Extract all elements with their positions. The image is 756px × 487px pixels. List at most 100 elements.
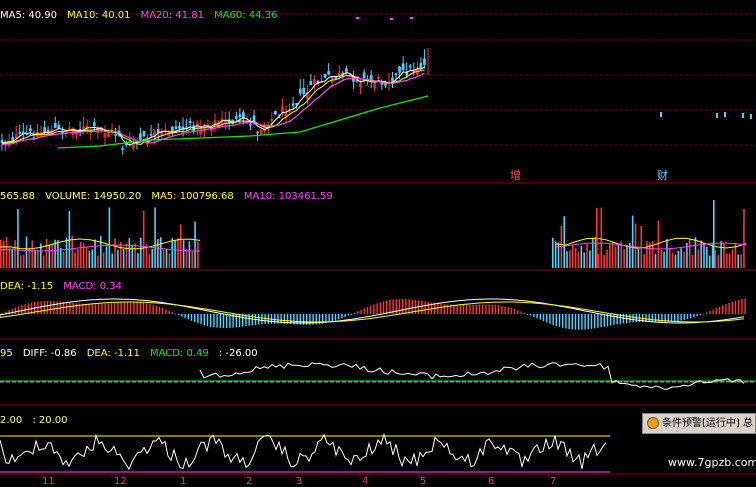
volume-bar [174, 240, 176, 268]
macd-histogram-bar [139, 302, 141, 314]
volume-bar [563, 216, 566, 268]
macd-histogram-bar [91, 304, 93, 314]
macd-histogram-bar [686, 314, 689, 320]
volume-bar [128, 238, 131, 268]
macd-histogram-bar [584, 314, 586, 330]
macd-histogram-bar [616, 314, 618, 325]
volume-bar [42, 255, 45, 268]
right-candle [724, 112, 726, 117]
candle-body [156, 128, 160, 133]
macd-label: MACD: 0.34 [63, 281, 122, 292]
candle-body [380, 83, 384, 85]
macd2-prefix: 95 [0, 348, 13, 359]
macd-histogram-bar [155, 305, 157, 314]
volume-bar [586, 244, 588, 268]
volume-bar [111, 253, 114, 268]
volume-bar [188, 241, 191, 268]
volume-bar [142, 211, 145, 268]
macd-histogram-bar [152, 304, 154, 314]
osc-right-label: : 20.00 [32, 415, 68, 426]
macd-histogram-bar [600, 314, 602, 328]
x-tick-12: 12 [114, 476, 127, 487]
volume-bar [614, 246, 617, 268]
volume-bar [0, 240, 2, 268]
volume-bar [48, 244, 51, 268]
osc-line [0, 432, 607, 471]
macd-histogram-bar [718, 306, 721, 314]
volume-bar [688, 238, 691, 268]
macd-histogram-bar [744, 298, 746, 314]
macd-histogram-bar [488, 304, 490, 314]
event-mark-cai[interactable]: 财 [657, 170, 668, 182]
volume-bar [17, 209, 19, 268]
macd-histogram-bar [184, 314, 186, 319]
volume-bar [51, 243, 54, 268]
macd-histogram-bar [14, 307, 17, 314]
volume-bar [122, 249, 125, 268]
volume-bar [743, 208, 745, 268]
macd-histogram-bar [376, 303, 378, 314]
right-candle [716, 113, 718, 118]
macd-histogram-bar [402, 299, 404, 314]
candle-body [398, 66, 401, 73]
volume-bar [703, 243, 705, 268]
macd2-extra: : -26.00 [218, 348, 258, 359]
volume-bar [25, 236, 28, 268]
volume-bar [22, 254, 25, 268]
macd-histogram-bar [536, 314, 538, 319]
macd-histogram-bar [472, 304, 474, 314]
volume-bar [180, 224, 182, 268]
volume-bar [197, 241, 199, 268]
macd-histogram-bar [130, 302, 132, 314]
macd-histogram-bar [590, 314, 593, 329]
macd-histogram-bar [18, 306, 20, 314]
macd-histogram-bar [574, 314, 577, 330]
right-candle [742, 113, 744, 118]
x-tick-3: 3 [296, 476, 303, 487]
macd-histogram-bar [405, 299, 407, 314]
candle-body [139, 133, 142, 141]
macd-histogram-bar [453, 304, 455, 314]
macd-histogram-bar [709, 310, 711, 314]
candle-body [274, 110, 277, 115]
ma20-label: MA20: 41.81 [140, 10, 204, 21]
macd-histogram-bar [491, 304, 493, 314]
volume-indicator-row: 565.88 VOLUME: 14950.20 MA5: 100796.68 M… [0, 184, 338, 202]
macd-histogram-bar [571, 314, 573, 330]
macd-histogram-bar [565, 314, 567, 329]
volume-bar [185, 248, 188, 268]
volume-bar [108, 207, 111, 268]
volume-bar [589, 250, 591, 268]
right-candle [660, 112, 662, 117]
macd-histogram-bar [670, 314, 673, 322]
volume-spike [713, 200, 715, 268]
macd-histogram-bar [251, 314, 253, 326]
candle-body [334, 76, 338, 79]
macd-histogram-bar [43, 301, 45, 314]
volume-bar [674, 255, 677, 268]
volume-bar [137, 253, 139, 268]
macd-histogram-bar [341, 314, 343, 319]
volume-bar [714, 250, 717, 268]
event-mark-zeng[interactable]: 增 [510, 170, 521, 182]
x-tick-7: 7 [550, 476, 557, 487]
macd-histogram-bar [702, 313, 705, 315]
volume-bar [637, 246, 640, 268]
candle-body [43, 127, 46, 133]
macd-histogram-bar [466, 304, 468, 314]
candle-body [121, 148, 125, 150]
volume-bar [162, 249, 165, 268]
macd-histogram-bar [533, 314, 535, 317]
condition-alert-popup[interactable]: 条件预警[运行中] 总 [642, 413, 756, 434]
macd-histogram-bar [149, 304, 151, 314]
dea-label: DEA: -1.15 [0, 281, 54, 292]
volume-bar [603, 254, 605, 268]
macd-histogram-bar [75, 303, 77, 314]
macd-histogram-bar [88, 304, 90, 314]
volume-bar [37, 249, 39, 268]
macd-histogram-bar [440, 303, 442, 314]
macd-histogram-bar [360, 309, 362, 314]
macd-histogram-bar [219, 314, 221, 328]
volume-bar [728, 253, 731, 268]
macd-histogram-bar [459, 304, 461, 314]
